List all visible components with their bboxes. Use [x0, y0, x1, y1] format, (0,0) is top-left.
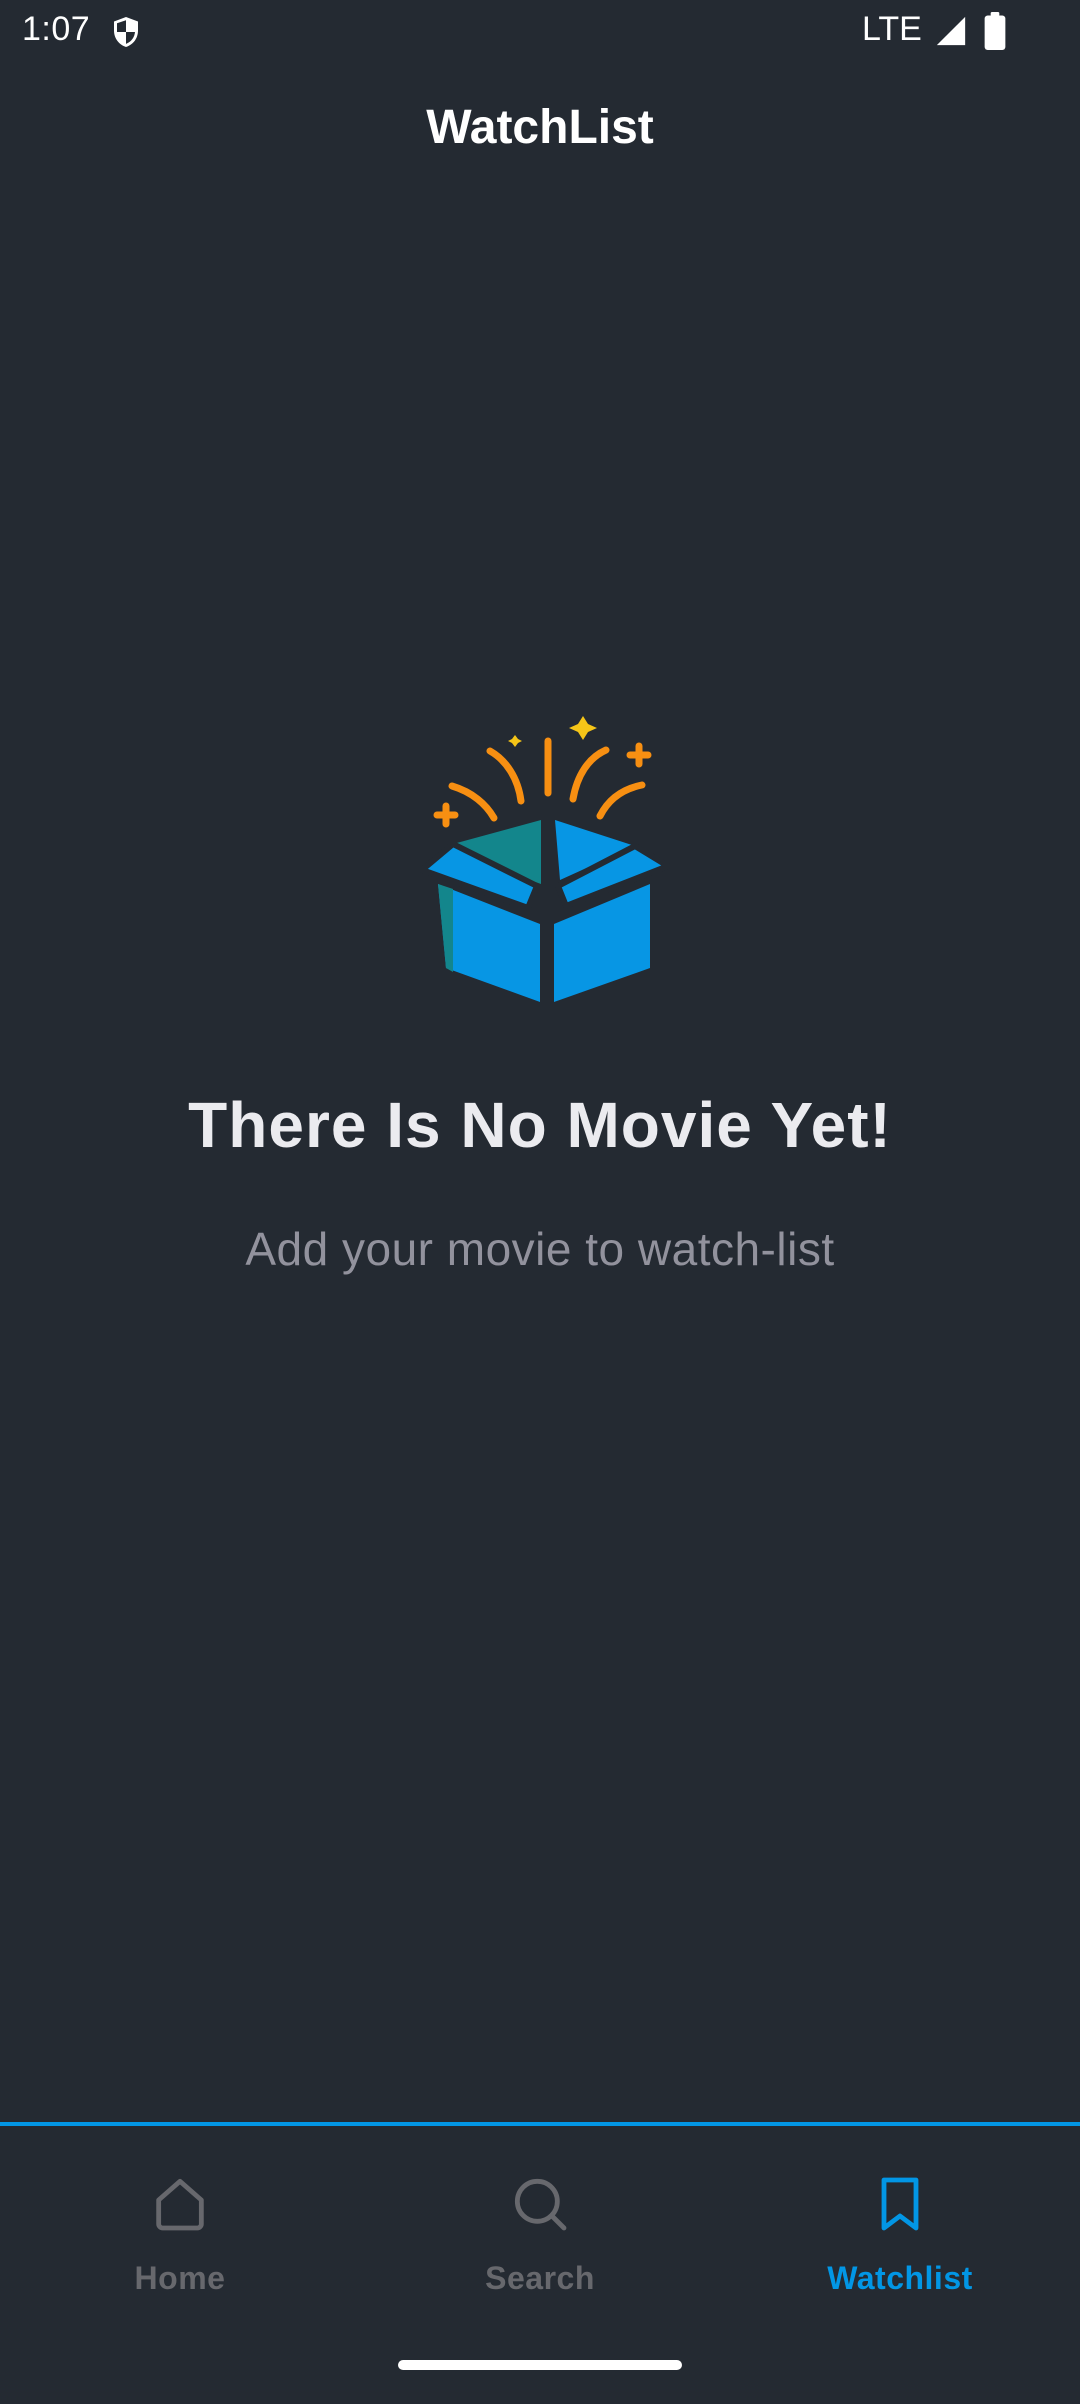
open-box-icon	[420, 716, 670, 1006]
page-title: WatchList	[426, 101, 654, 154]
nav-item-watchlist[interactable]: Watchlist	[720, 2172, 1080, 2342]
nav-item-home[interactable]: Home	[0, 2172, 360, 2342]
battery-icon	[984, 12, 1006, 50]
nav-label-search: Search	[485, 2260, 595, 2296]
bookmark-icon	[881, 2177, 919, 2231]
nav-label-watchlist: Watchlist	[827, 2260, 973, 2296]
home-icon	[156, 2178, 204, 2231]
search-icon	[514, 2178, 567, 2231]
empty-state-subtitle: Add your movie to watch-list	[245, 1223, 835, 1275]
status-bar: 1:07 LTE	[0, 0, 1080, 64]
nav-label-home: Home	[134, 2260, 226, 2296]
status-time: 1:07	[22, 10, 91, 48]
network-type: LTE	[862, 10, 922, 48]
nav-item-search[interactable]: Search	[360, 2172, 720, 2342]
gesture-navigation-bar[interactable]	[398, 2360, 682, 2370]
shield-icon	[114, 17, 138, 47]
empty-state-title: There Is No Movie Yet!	[188, 1089, 892, 1161]
signal-icon	[936, 16, 966, 46]
